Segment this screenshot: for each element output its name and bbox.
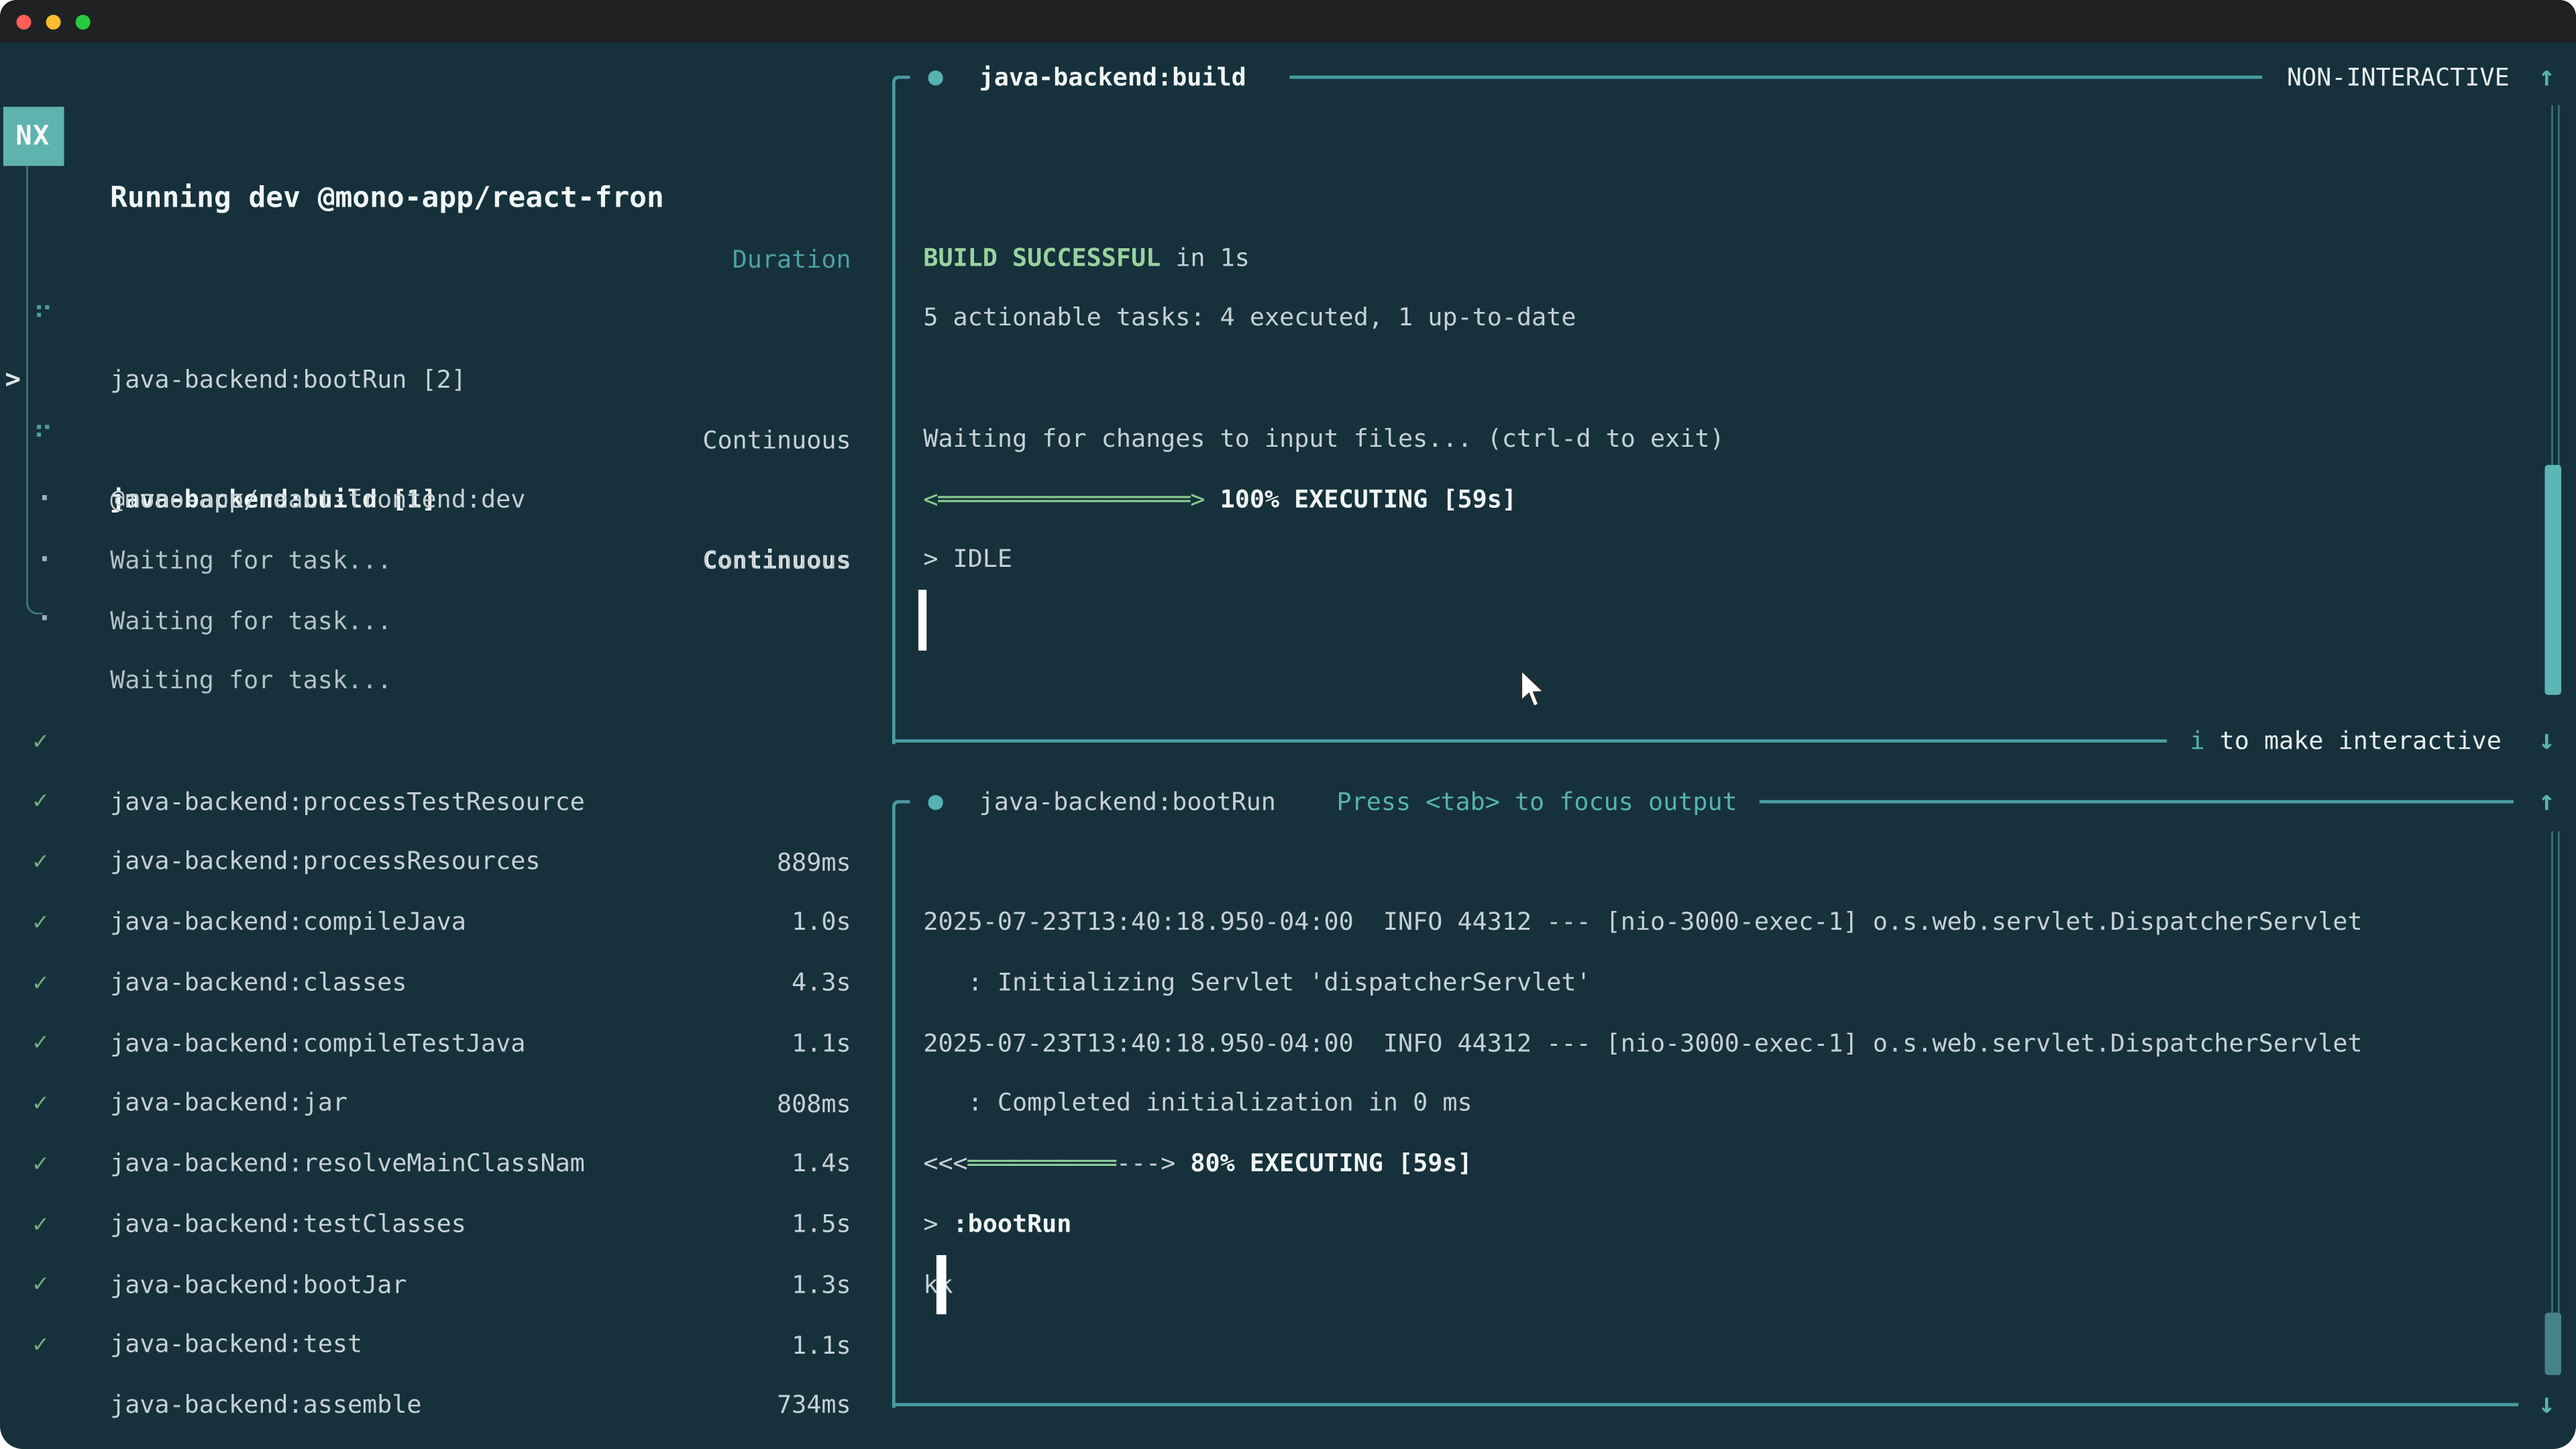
scrollbar-track[interactable]: [2558, 831, 2560, 1313]
focus-hint: Press <tab> to focus output: [1337, 786, 1737, 816]
pending-dot-icon: ·: [36, 590, 53, 651]
build-idle-line: > IDLE: [923, 529, 1012, 590]
terminal-window: NX Running dev @mono-app/react-fron Dura…: [0, 0, 2576, 1449]
task-row-done[interactable]: ✓ java-backend:jar 1.4s: [0, 952, 871, 1013]
task-row[interactable]: ⠋ @mono-app/react-frontend:dev Continuou…: [0, 348, 871, 409]
screen: NX Running dev @mono-app/react-fron Dura…: [0, 0, 2576, 1449]
log-line: 2025-07-23T13:40:18.950-04:00 INFO 44312…: [923, 892, 2362, 953]
task-duration: 1.1s: [792, 1315, 851, 1376]
interactive-hint: ito make interactive: [2190, 710, 2501, 771]
build-panel-border: [892, 76, 910, 745]
sidebar-header: Running dev @mono-app/react-fron Duratio…: [0, 107, 871, 168]
close-button[interactable]: [16, 14, 31, 29]
task-label: Waiting for task...: [110, 590, 392, 651]
task-row-waiting[interactable]: · Waiting for task...: [0, 529, 871, 590]
bootrun-progress-line: <<<══════════--->80% EXECUTING [59s]: [923, 1134, 1472, 1195]
panel-divider-line: [892, 739, 2167, 743]
task-row[interactable]: ⠋ java-backend:bootRun [2] Continuous: [0, 227, 871, 288]
build-result-line: BUILD SUCCESSFUL in 1s: [923, 227, 1250, 288]
scroll-up-icon[interactable]: ↑: [2538, 47, 2555, 108]
bootrun-panel-title[interactable]: java-backend:bootRunPress <tab> to focus…: [979, 771, 1737, 833]
build-waiting-line: Waiting for changes to input files... (c…: [923, 409, 1724, 470]
bootrun-panel-bullet-icon: [928, 795, 943, 809]
task-row-done[interactable]: ✓ java-backend:test 734ms: [0, 1193, 871, 1254]
task-row-done[interactable]: ✓ java-backend:testClasses 1.3s: [0, 1073, 871, 1134]
progress-status: 100% EXECUTING [59s]: [1220, 484, 1517, 513]
minimize-button[interactable]: [46, 14, 61, 29]
scrollbar-track[interactable]: [2558, 105, 2560, 465]
bootrun-panel-header-line: [1760, 800, 2514, 804]
build-tasks-line: 5 actionable tasks: 4 executed, 1 up-to-…: [923, 288, 1576, 349]
sidebar-footer: ← 1/2 → quit: q help: ?: [0, 1375, 871, 1436]
task-label: java-backend:test: [110, 1315, 362, 1376]
scrollbar-track[interactable]: [2551, 831, 2553, 1313]
scrollbar-thumb[interactable]: [2544, 465, 2561, 695]
scroll-down-icon[interactable]: ↓: [2538, 710, 2555, 771]
build-panel-title[interactable]: java-backend:build: [979, 47, 1246, 108]
task-row-done[interactable]: ✓ java-backend:processTestResource 889ms: [0, 650, 871, 711]
scrollbar-thumb[interactable]: [2544, 1313, 2561, 1375]
log-line: 2025-07-23T13:40:18.950-04:00 INFO 44312…: [923, 1013, 2362, 1074]
build-panel-header-line: [1289, 76, 2262, 79]
task-row-done[interactable]: ✓ java-backend:bootJar 1.1s: [0, 1133, 871, 1194]
task-duration: 774ms: [777, 1436, 851, 1449]
progress-bar: ══════════: [968, 1148, 1116, 1178]
gradle-prompt-line: >:bootRun: [923, 1194, 1071, 1255]
task-row-done[interactable]: ✓ java-backend:compileTestJava 808ms: [0, 892, 871, 953]
check-icon: ✓: [33, 1314, 48, 1375]
sidebar-title: Running dev @mono-app/react-fron: [110, 168, 664, 229]
build-progress-line: <═════════════════> 100% EXECUTING [59s]: [923, 469, 1517, 530]
text-cursor: [936, 1254, 945, 1315]
log-line: : Completed initialization in 0 ms: [923, 1073, 1472, 1134]
build-panel-bullet-icon: [928, 70, 943, 85]
task-row-done[interactable]: ✓ java-backend:assemble 774ms: [0, 1254, 871, 1315]
progress-bar: <═════════════════>: [923, 484, 1205, 513]
bootrun-panel-border: [892, 800, 910, 1408]
mouse-cursor-icon: [1519, 669, 1549, 712]
task-row-done[interactable]: ✓ java-backend:compileJava 4.3s: [0, 771, 871, 832]
log-line: : Initializing Servlet 'dispatcherServle…: [923, 953, 1591, 1014]
task-row-done[interactable]: ✓ java-backend:classes 1.1s: [0, 831, 871, 892]
task-row-done[interactable]: ✓ java-backend:resolveMainClassNam 1.5s: [0, 1012, 871, 1073]
title-bar: [0, 0, 2576, 43]
task-row-selected[interactable]: > ⠋ java-backend:build [1] Continuous: [0, 288, 871, 349]
scrollbar-track[interactable]: [2551, 105, 2553, 465]
task-row-waiting[interactable]: · Waiting for task...: [0, 469, 871, 530]
pagination: ← 1/2 →: [18, 1435, 122, 1449]
text-cursor: [918, 590, 926, 651]
scroll-down-icon[interactable]: ↓: [2538, 1375, 2555, 1436]
task-row-waiting[interactable]: · Waiting for task...: [0, 409, 871, 470]
task-row-done[interactable]: ✓ java-backend:processResources 1.0s: [0, 710, 871, 771]
interactive-key[interactable]: i: [2190, 725, 2204, 755]
zoom-button[interactable]: [76, 14, 91, 29]
scroll-up-icon[interactable]: ↑: [2538, 771, 2555, 833]
progress-status: 80% EXECUTING [59s]: [1190, 1148, 1472, 1178]
build-panel-mode-badge: NON-INTERACTIVE: [2287, 47, 2510, 108]
bootrun-panel-bottom-line: [892, 1403, 2518, 1406]
